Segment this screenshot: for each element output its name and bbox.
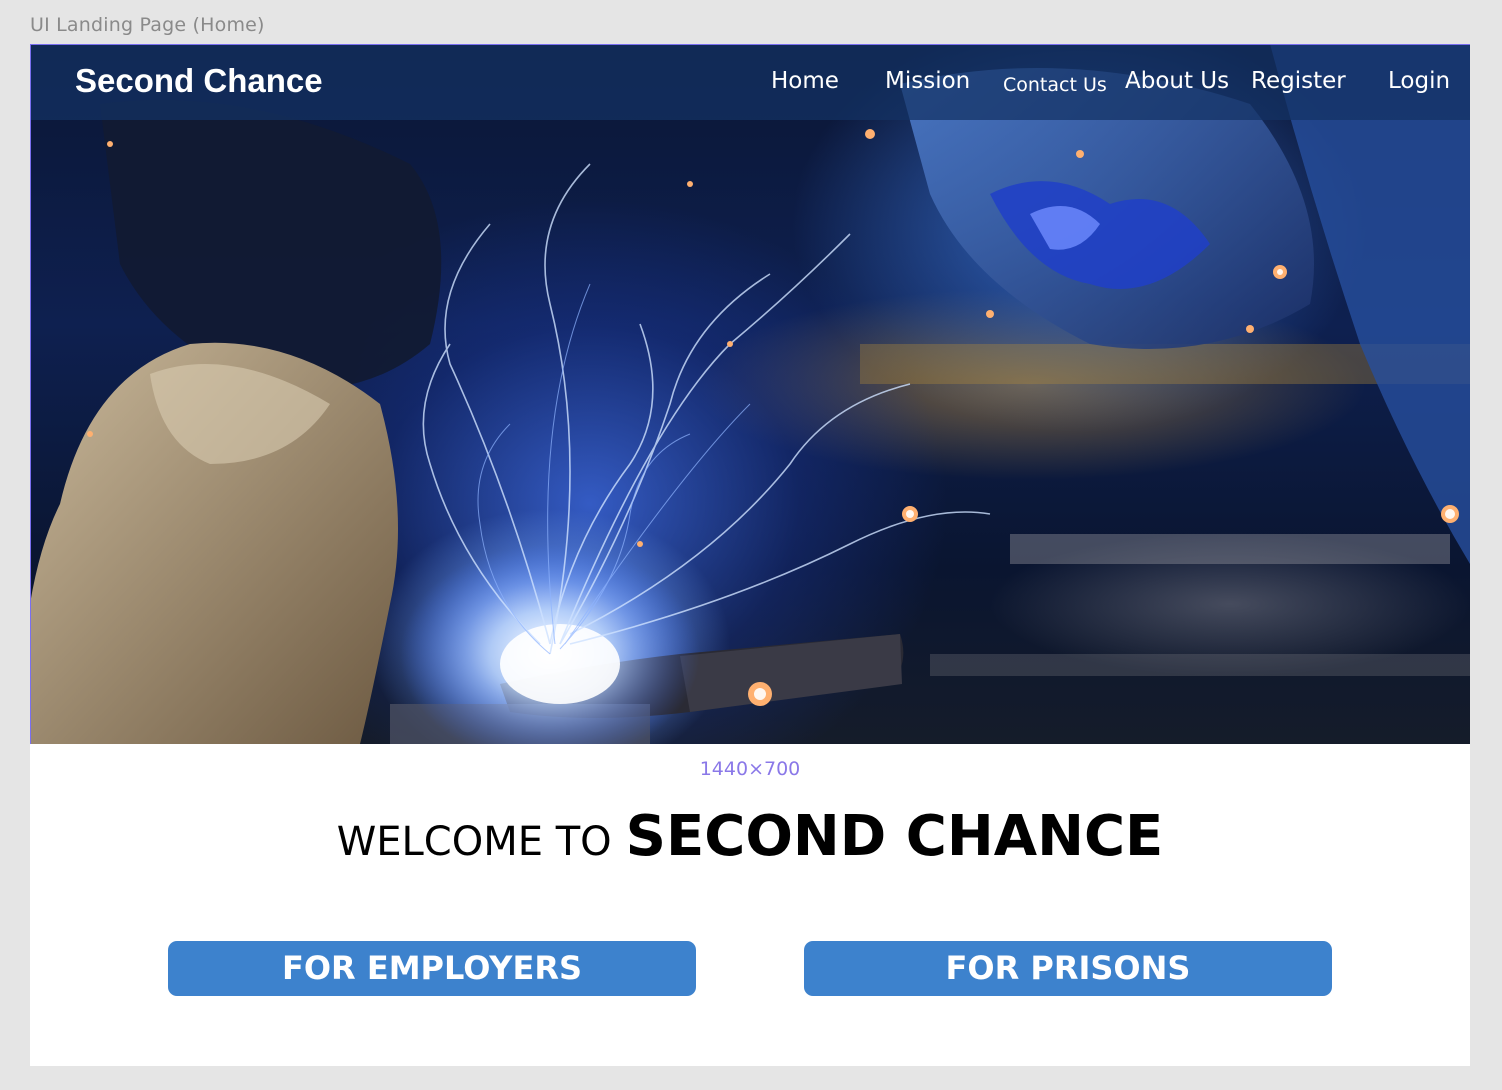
nav-mission[interactable]: Mission	[885, 68, 970, 94]
welcome-name: SECOND CHANCE	[625, 804, 1164, 869]
for-employers-button[interactable]: FOR EMPLOYERS	[168, 941, 696, 996]
nav-about-us[interactable]: About Us	[1125, 68, 1229, 94]
brand-logo[interactable]: Second Chance	[75, 62, 323, 100]
for-prisons-button[interactable]: FOR PRISONS	[804, 941, 1332, 996]
welcome-prefix: WELCOME TO	[336, 819, 612, 865]
nav-login[interactable]: Login	[1388, 68, 1450, 94]
navbar: Second Chance Home Mission Contact Us Ab…	[30, 44, 1470, 120]
nav-contact-us[interactable]: Contact Us	[1003, 74, 1107, 96]
landing-page: Second Chance Home Mission Contact Us Ab…	[30, 44, 1470, 1066]
nav-register[interactable]: Register	[1251, 68, 1346, 94]
hero-section: Second Chance Home Mission Contact Us Ab…	[30, 44, 1470, 744]
frame-dimensions: 1440×700	[699, 758, 801, 780]
frame-label: UI Landing Page (Home)	[30, 14, 265, 36]
welcome-heading: WELCOME TO SECOND CHANCE	[30, 804, 1470, 869]
hero-image-welding-sparks	[30, 44, 1470, 744]
nav-home[interactable]: Home	[771, 68, 839, 94]
